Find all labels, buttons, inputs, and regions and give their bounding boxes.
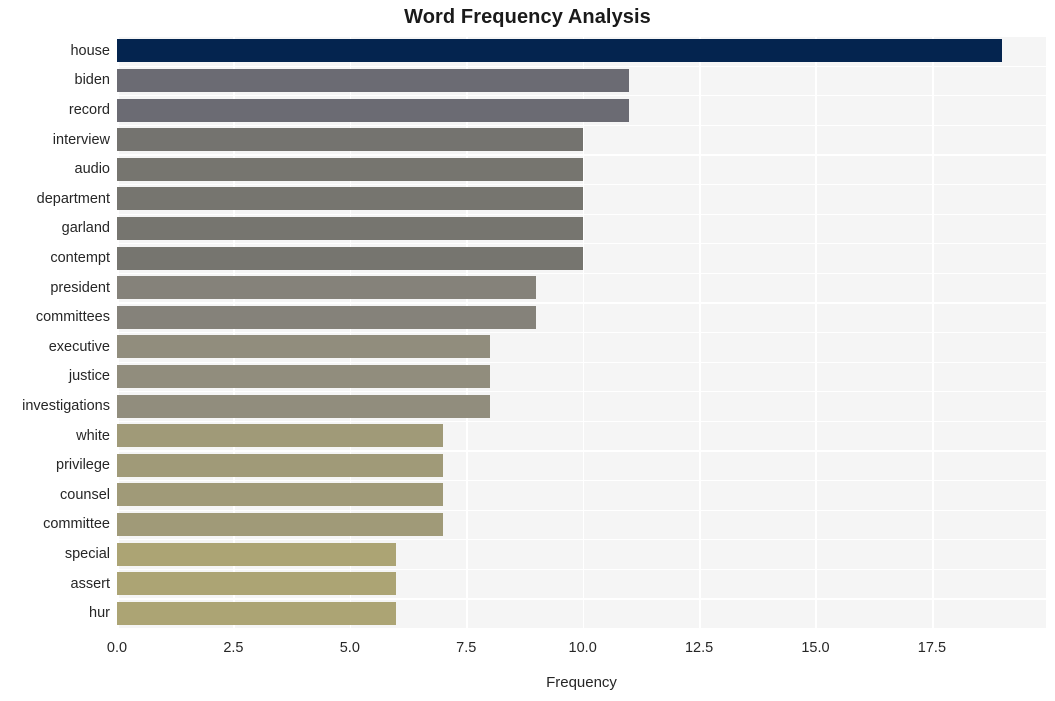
gridline-horizontal [117,480,1046,482]
gridline-horizontal [117,95,1046,97]
x-axis-tick-label: 7.5 [456,640,477,656]
y-axis-tick-label: department [36,190,110,207]
gridline-horizontal [117,598,1046,600]
x-axis-title: Frequency [546,674,617,691]
x-axis-tick-label: 0.0 [106,640,128,656]
gridline-horizontal [117,36,1046,38]
y-axis-tick-label: contempt [50,250,110,266]
bar [117,68,630,92]
bar [117,512,443,536]
x-axis-tick-labels: 0.0 2.5 5.0 7.5 10.0 12.5 15.0 17.5 [0,628,1055,668]
y-axis-tick-label: garland [61,220,110,237]
gridline-horizontal [117,420,1046,423]
x-axis-tick-label: 15.0 [801,640,830,656]
x-axis-tick-label: 2.5 [223,640,244,656]
gridline-horizontal [117,243,1046,245]
bar [117,128,583,152]
bar [117,335,490,359]
gridline-horizontal [117,154,1046,156]
y-axis-tick-label: house [70,42,110,59]
bar [117,424,443,448]
bar [117,601,397,625]
gridline-horizontal [117,509,1046,511]
gridline-horizontal [117,124,1046,127]
bar [117,187,583,211]
y-axis-tick-label: privilege [56,457,110,474]
y-axis-tick-label: record [68,102,110,118]
y-axis-tick-label: justice [68,368,110,385]
x-axis-tick-label: 5.0 [339,640,360,656]
bar [117,483,443,507]
plot-area [117,36,1046,628]
gridline-horizontal [117,539,1046,541]
y-axis-tick-label: white [76,427,110,444]
y-axis-tick-label: assert [70,575,111,592]
gridline-horizontal [117,302,1046,304]
bar [117,39,1002,63]
word-frequency-chart: Word Frequency Analysis house biden record… [0,0,1055,701]
gridline-horizontal [117,450,1046,452]
gridline-horizontal [117,332,1046,334]
y-axis-tick-label: biden [74,72,110,89]
gridline-horizontal [117,272,1046,275]
bar [117,276,537,300]
x-axis-tick-label: 10.0 [568,640,597,656]
gridline-horizontal [117,213,1046,215]
gridline-horizontal [117,568,1046,571]
bar [117,216,583,240]
y-axis-tick-label: audio [74,161,110,178]
chart-title: Word Frequency Analysis [404,6,651,28]
y-axis-tick-label: committees [35,309,110,326]
bar [117,98,630,122]
x-axis-tick-label: 12.5 [684,640,714,656]
y-axis-tick-label: investigations [22,398,110,414]
bar [117,453,443,477]
y-axis-tick-label: special [64,546,110,562]
bar [117,246,583,270]
gridline-horizontal [117,65,1046,67]
y-axis-tick-label: counsel [60,486,110,503]
y-axis-tick-label: interview [52,131,110,148]
bar [117,394,490,418]
gridline-horizontal [117,391,1046,393]
bar [117,364,490,388]
y-axis-tick-labels: house biden record interview audio department… [0,36,110,628]
y-axis-tick-label: hur [89,605,110,622]
bar [117,572,397,596]
y-axis-tick-label: president [50,279,110,296]
bar [117,305,537,329]
y-axis-tick-label: committee [43,516,110,533]
bar [117,542,397,566]
x-axis-tick-label: 17.5 [917,640,947,656]
gridline-horizontal [117,184,1046,186]
gridline-horizontal [117,361,1046,363]
bar [117,157,583,181]
y-axis-tick-label: executive [48,338,110,355]
